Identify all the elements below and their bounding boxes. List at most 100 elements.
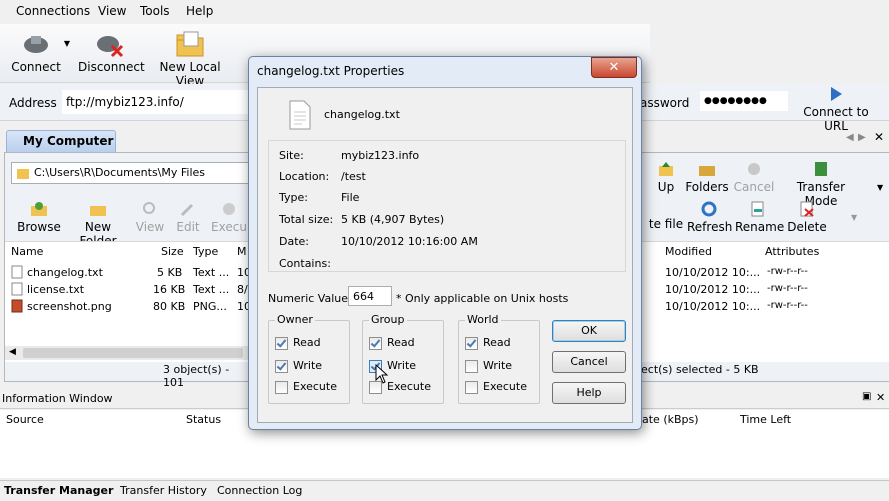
delete-button[interactable]: Delete: [787, 201, 827, 234]
disconnect-button[interactable]: Disconnect: [78, 30, 145, 74]
table-row[interactable]: 10/10/2012 10:... -rw-r--r--: [641, 264, 871, 280]
owner-write-checkbox[interactable]: [275, 360, 288, 373]
play-arrow-icon: [831, 87, 842, 101]
world-read-checkbox[interactable]: [465, 337, 478, 350]
execute-file-label: te file: [648, 217, 684, 231]
edit-icon: [180, 203, 194, 217]
new-local-view-button[interactable]: New Local View: [146, 30, 234, 88]
col-remote-modified[interactable]: Modified: [665, 245, 712, 258]
tab-scroll-left-icon[interactable]: ◀: [846, 132, 854, 143]
menu-connections[interactable]: Connections: [16, 4, 90, 18]
browse-button[interactable]: Browse: [17, 201, 61, 234]
world-execute-checkbox[interactable]: [465, 381, 478, 394]
owner-group-title: Owner: [275, 313, 315, 326]
delete-label: Delete: [787, 220, 827, 234]
type-value: File: [341, 191, 360, 204]
edit-label: Edit: [176, 220, 200, 234]
menu-help[interactable]: Help: [186, 4, 213, 18]
remote-file-attributes: -rw-r--r--: [767, 266, 808, 277]
connect-button[interactable]: Connect: [10, 30, 62, 74]
horizontal-scrollbar[interactable]: ◀: [5, 346, 249, 360]
password-label: assword: [640, 96, 690, 110]
local-path-combo[interactable]: C:\Users\R\Documents\My Files: [11, 162, 249, 184]
up-button[interactable]: Up: [653, 161, 679, 194]
execute-button[interactable]: Execu: [209, 201, 249, 234]
ok-button[interactable]: OK: [552, 320, 626, 342]
menu-tools[interactable]: Tools: [140, 4, 170, 18]
table-row[interactable]: screenshot.png 80 KB PNG... 10: [5, 298, 251, 314]
password-input[interactable]: ●●●●●●●●: [700, 91, 788, 111]
table-row[interactable]: 10/10/2012 10:... -rw-r--r--: [641, 281, 871, 297]
rename-label: Rename: [735, 220, 785, 234]
cancel-transfer-button[interactable]: Cancel: [733, 161, 775, 194]
remote-file-list: Modified Attributes 10/10/2012 10:... -r…: [641, 241, 889, 362]
file-modified: 8/: [237, 283, 248, 296]
remote-status-text: ect(s) selected - 5 KB: [641, 363, 759, 376]
refresh-button[interactable]: Refresh: [687, 201, 732, 234]
stop-icon: [748, 163, 760, 175]
col-type[interactable]: Type: [193, 245, 218, 258]
local-pane: C:\Users\R\Documents\My Files Browse New…: [4, 152, 251, 389]
col-name[interactable]: Name: [11, 245, 43, 258]
view-label: View: [135, 220, 165, 234]
file-info-box: Site: mybiz123.info Location: /test Type…: [268, 140, 626, 272]
owner-read-checkbox[interactable]: [275, 337, 288, 350]
tab-close-icon[interactable]: ✕: [874, 130, 884, 144]
info-window-pin-icon[interactable]: ▣: [862, 391, 871, 402]
tab-my-computer[interactable]: My Computer: [6, 130, 116, 152]
location-label: Location:: [279, 170, 330, 183]
view-button[interactable]: View: [135, 201, 165, 234]
address-input[interactable]: [62, 90, 250, 114]
col-modified[interactable]: M: [237, 245, 247, 258]
group-group-title: Group: [369, 313, 407, 326]
file-name: screenshot.png: [27, 300, 112, 313]
col-size[interactable]: Size: [161, 245, 184, 258]
tab-transfer-history[interactable]: Transfer History: [120, 484, 207, 497]
table-row[interactable]: changelog.txt 5 KB Text ... 10: [5, 264, 251, 280]
contains-label: Contains:: [279, 257, 331, 270]
scroll-left-icon[interactable]: ◀: [9, 347, 16, 357]
mouse-pointer-icon: [375, 364, 389, 384]
owner-execute-checkbox[interactable]: [275, 381, 288, 394]
local-status-text: 3 object(s) - 101: [163, 363, 230, 389]
info-window-close-icon[interactable]: ✕: [876, 391, 885, 404]
world-write-checkbox[interactable]: [465, 360, 478, 373]
help-button[interactable]: Help: [552, 382, 626, 404]
rename-button[interactable]: Rename: [735, 201, 785, 234]
delete-icon: [800, 201, 814, 217]
owner-read-label: Read: [293, 336, 321, 349]
col-source[interactable]: Source: [6, 413, 44, 426]
col-rate[interactable]: ate (kBps): [642, 413, 699, 426]
group-write-label: Write: [387, 359, 417, 372]
folders-button[interactable]: Folders: [685, 161, 729, 194]
col-remote-attributes[interactable]: Attributes: [765, 245, 819, 258]
connect-to-url-button[interactable]: Connect to URL: [790, 86, 882, 133]
dialog-filename: changelog.txt: [324, 108, 400, 121]
tab-connection-log[interactable]: Connection Log: [217, 484, 302, 497]
execute-file-button[interactable]: te file: [645, 201, 687, 231]
table-row[interactable]: 10/10/2012 10:... -rw-r--r--: [641, 298, 871, 314]
more-actions-dropdown-icon[interactable]: ▼: [851, 213, 857, 222]
transfer-mode-dropdown-icon[interactable]: ▼: [877, 183, 883, 192]
col-time-left[interactable]: Time Left: [740, 413, 791, 426]
file-size: 80 KB: [153, 300, 186, 313]
dialog-close-button[interactable]: ✕: [591, 57, 637, 78]
new-folder-icon: [90, 206, 106, 216]
tab-transfer-manager[interactable]: Transfer Manager: [4, 484, 113, 497]
edit-button[interactable]: Edit: [173, 201, 203, 234]
group-read-label: Read: [387, 336, 415, 349]
tab-scroll-right-icon[interactable]: ▶: [858, 132, 866, 143]
cancel-button[interactable]: Cancel: [552, 351, 626, 373]
world-group: World Read Write Execute: [458, 313, 540, 404]
group-read-checkbox[interactable]: [369, 337, 382, 350]
local-path-text: C:\Users\R\Documents\My Files: [34, 166, 206, 179]
numeric-value-input[interactable]: [348, 286, 392, 306]
col-status[interactable]: Status: [186, 413, 221, 426]
table-row[interactable]: license.txt 16 KB Text ... 8/: [5, 281, 249, 297]
connect-dropdown[interactable]: ▼: [62, 39, 72, 48]
menu-view[interactable]: View: [98, 4, 126, 18]
file-size: 5 KB: [157, 266, 183, 279]
world-write-label: Write: [483, 359, 513, 372]
site-value: mybiz123.info: [341, 149, 420, 162]
scrollbar-thumb[interactable]: [23, 348, 243, 358]
